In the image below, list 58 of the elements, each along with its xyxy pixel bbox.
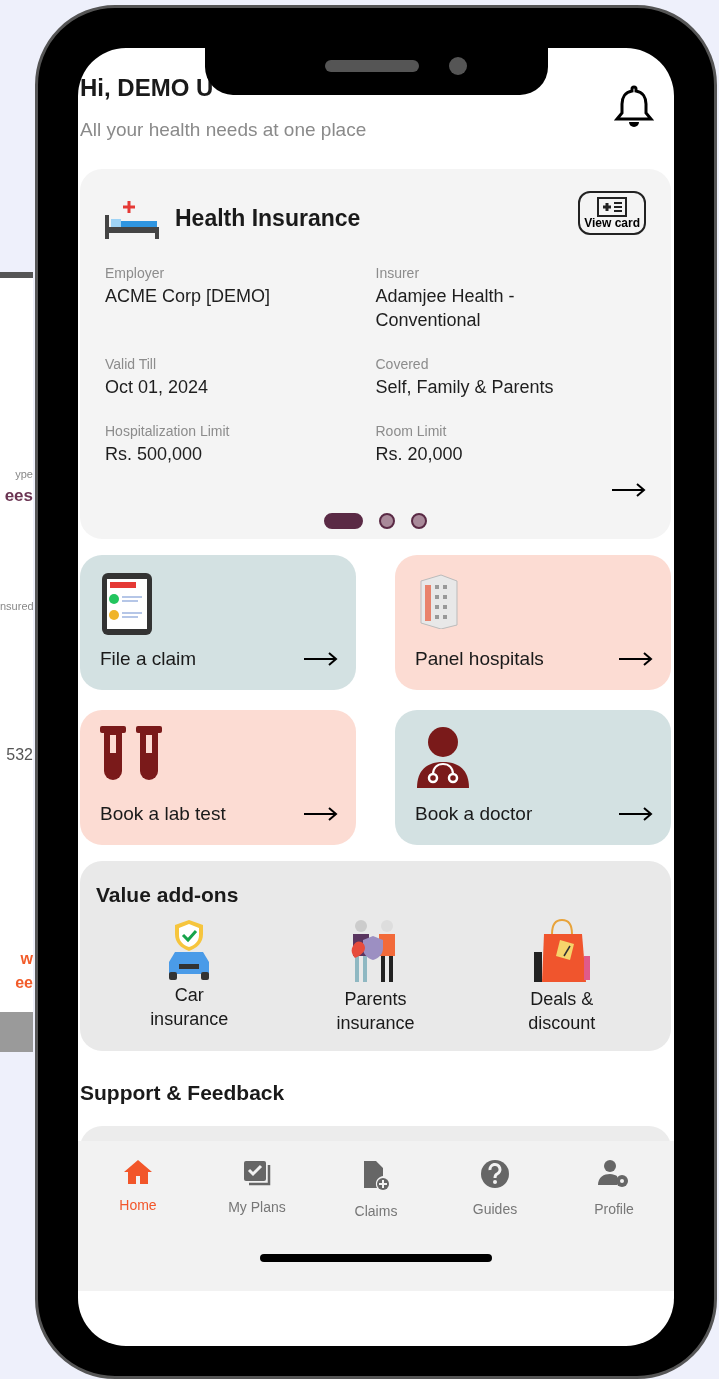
user-settings-icon [598, 1159, 630, 1190]
card-title: Health Insurance [175, 204, 361, 234]
arrow-right-icon [304, 807, 338, 822]
partial-text: nsured [0, 599, 33, 614]
nav-tab[interactable]: Profile [564, 1159, 664, 1223]
field-label: Room Limit [375, 422, 447, 442]
field-label: Insurer [375, 263, 420, 283]
field-value: Self, Family & Parents [375, 376, 554, 400]
subtitle: All your health needs at one place [80, 118, 367, 142]
help-icon [480, 1159, 510, 1190]
notification-bell-icon[interactable] [614, 84, 654, 128]
partial-text: ype [14, 467, 33, 482]
tile-label: File a claim [100, 647, 197, 672]
field-value: Oct 01, 2024 [105, 376, 209, 400]
service-tile[interactable]: Panel hospitals [395, 554, 671, 690]
arrow-right-icon [304, 652, 338, 667]
tile-label: Panel hospitals [415, 647, 544, 672]
service-tile[interactable]: Book a lab test [80, 709, 356, 845]
claim-tablet-icon [100, 570, 154, 637]
document-add-icon [362, 1159, 390, 1192]
section-title: Support & Feedback [80, 1079, 286, 1106]
nav-tab[interactable]: Guides [445, 1159, 545, 1223]
field-label: Employer [105, 263, 165, 283]
arrow-right-icon[interactable] [612, 482, 646, 497]
arrow-right-icon [619, 807, 653, 822]
addon-label[interactable]: Parents insurance [320, 988, 431, 1035]
partial-text: ee [14, 972, 33, 993]
partial-text: w [19, 948, 33, 969]
field-label: Valid Till [105, 355, 157, 375]
field-value: Rs. 500,000 [105, 443, 203, 467]
doctor-icon [415, 725, 471, 788]
hospital-bed-icon [105, 198, 159, 239]
tile-label: Book a doctor [415, 802, 533, 827]
service-tile[interactable]: Book a doctor [395, 709, 671, 845]
field-value: Adamjee Health - Conventional [375, 284, 516, 332]
section-title: Value add-ons [96, 881, 240, 908]
home-icon [123, 1159, 153, 1186]
insurance-card[interactable] [80, 168, 671, 539]
id-card-icon [597, 196, 628, 217]
arrow-right-icon [619, 652, 653, 667]
field-value: Rs. 20,000 [375, 443, 463, 467]
service-tile[interactable]: File a claim [80, 554, 356, 690]
addon-label[interactable]: Car insurance [134, 984, 245, 1031]
view-card-button[interactable]: View card [578, 190, 646, 235]
carousel-dot[interactable] [379, 512, 395, 529]
carousel-dot[interactable] [411, 512, 427, 529]
front-camera [449, 57, 467, 75]
checklist-icon [242, 1159, 272, 1188]
tile-label: Book a lab test [100, 802, 226, 827]
field-label: Covered [375, 355, 429, 375]
addon-label[interactable]: Deals & discount [506, 988, 617, 1035]
partial-text: 532 [5, 744, 33, 765]
nav-tab[interactable]: Claims [326, 1159, 426, 1223]
field-label: Hospitalization Limit [105, 422, 230, 442]
partial-text: ees [3, 484, 33, 507]
nav-tab[interactable]: My Plans [207, 1159, 307, 1223]
field-value: ACME Corp [DEMO] [105, 284, 271, 308]
shopping-bag-icon [531, 918, 592, 985]
